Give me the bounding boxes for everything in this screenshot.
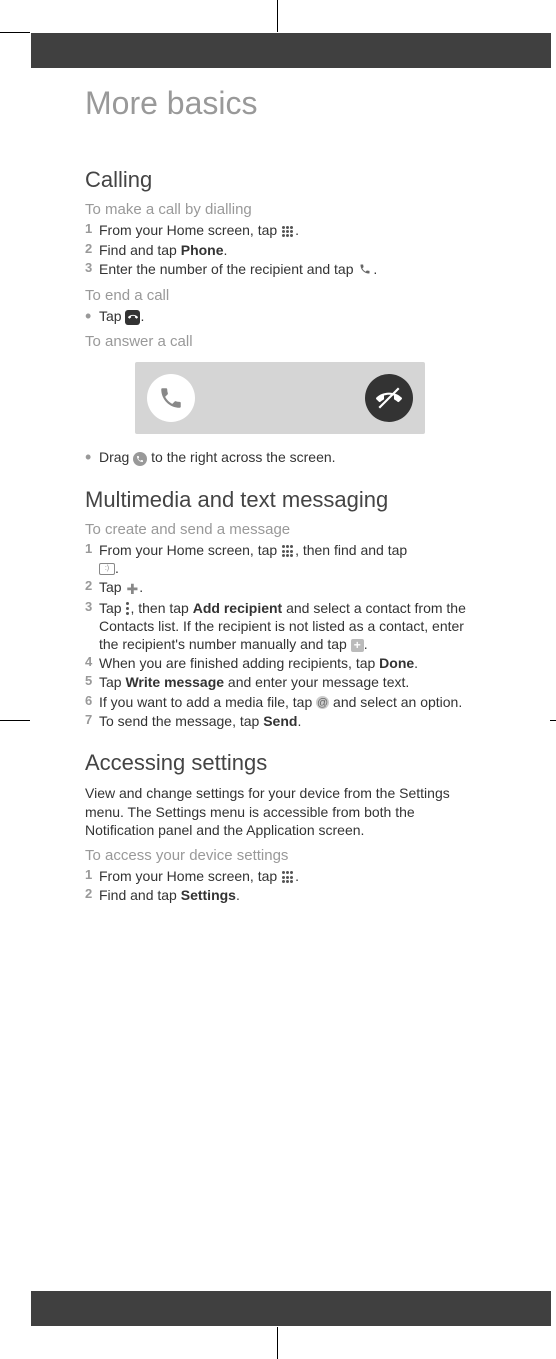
step-number: 7 (85, 712, 99, 730)
drag-handle-icon (133, 452, 147, 466)
step-number: 2 (85, 886, 99, 904)
step-text: To send the message, tap Send. (99, 712, 475, 730)
list-item: 2 Tap ✚. (85, 578, 475, 597)
step-text: When you are finished adding recipients,… (99, 654, 475, 672)
bullet: • (85, 448, 99, 466)
step-number: 2 (85, 578, 99, 597)
end-steps: • Tap . (85, 307, 475, 325)
step-text: Tap , then tap Add recipient and select … (99, 599, 475, 654)
list-item: 6 If you want to add a media file, tap @… (85, 693, 475, 711)
step-text: From your Home screen, tap , then find a… (99, 541, 475, 577)
reject-icon (365, 374, 413, 422)
sub-create: To create and send a message (85, 521, 475, 538)
step-text: Drag to the right across the screen. (99, 448, 475, 466)
answer-swipe-illustration (135, 362, 425, 434)
sub-dial: To make a call by dialling (85, 201, 475, 218)
attach-icon: @ (316, 696, 329, 709)
step-number: 3 (85, 260, 99, 279)
sub-end: To end a call (85, 287, 475, 304)
step-text: From your Home screen, tap . (99, 867, 475, 885)
step-text: Tap Write message and enter your message… (99, 673, 475, 691)
messaging-icon: :) (99, 563, 115, 575)
step-text: Tap . (99, 307, 475, 325)
settings-intro: View and change settings for your device… (85, 784, 475, 839)
list-item: 7 To send the message, tap Send. (85, 712, 475, 730)
step-number: 4 (85, 654, 99, 672)
bullet: • (85, 307, 99, 325)
step-number: 2 (85, 241, 99, 259)
dial-steps: 1 From your Home screen, tap . 2 Find an… (85, 221, 475, 279)
access-steps: 1 From your Home screen, tap . 2 Find an… (85, 867, 475, 904)
step-number: 5 (85, 673, 99, 691)
step-number: 1 (85, 221, 99, 239)
apps-icon (282, 871, 294, 883)
header-bar (31, 33, 551, 68)
list-item: • Tap . (85, 307, 475, 325)
create-steps: 1 From your Home screen, tap , then find… (85, 541, 475, 730)
apps-icon (282, 545, 294, 557)
step-number: 6 (85, 693, 99, 711)
step-number: 1 (85, 541, 99, 577)
answer-steps: • Drag to the right across the screen. (85, 448, 475, 466)
footer-bar (31, 1291, 551, 1326)
new-message-icon: ✚ (126, 580, 138, 598)
dial-icon (358, 261, 372, 279)
section-settings-heading: Accessing settings (85, 750, 475, 776)
list-item: 1 From your Home screen, tap , then find… (85, 541, 475, 577)
step-text: Tap ✚. (99, 578, 475, 597)
step-text: Find and tap Phone. (99, 241, 475, 259)
plus-icon: + (351, 639, 364, 652)
list-item: 1 From your Home screen, tap . (85, 221, 475, 239)
section-messaging-heading: Multimedia and text messaging (85, 487, 475, 513)
list-item: 3 Enter the number of the recipient and … (85, 260, 475, 279)
list-item: 2 Find and tap Settings. (85, 886, 475, 904)
page-title: More basics (85, 85, 475, 122)
list-item: 4 When you are finished adding recipient… (85, 654, 475, 672)
step-text: Find and tap Settings. (99, 886, 475, 904)
sub-answer: To answer a call (85, 333, 475, 350)
list-item: 1 From your Home screen, tap . (85, 867, 475, 885)
end-call-icon (125, 310, 140, 325)
apps-icon (282, 226, 294, 238)
section-calling-heading: Calling (85, 167, 475, 193)
step-text: If you want to add a media file, tap @ a… (99, 693, 475, 711)
step-text: From your Home screen, tap . (99, 221, 475, 239)
answer-icon (147, 374, 195, 422)
list-item: 5 Tap Write message and enter your messa… (85, 673, 475, 691)
sub-access: To access your device settings (85, 847, 475, 864)
step-text: Enter the number of the recipient and ta… (99, 260, 475, 279)
list-item: 3 Tap , then tap Add recipient and selec… (85, 599, 475, 654)
step-number: 3 (85, 599, 99, 654)
list-item: 2 Find and tap Phone. (85, 241, 475, 259)
step-number: 1 (85, 867, 99, 885)
page-content: More basics Calling To make a call by di… (85, 85, 475, 905)
list-item: • Drag to the right across the screen. (85, 448, 475, 466)
